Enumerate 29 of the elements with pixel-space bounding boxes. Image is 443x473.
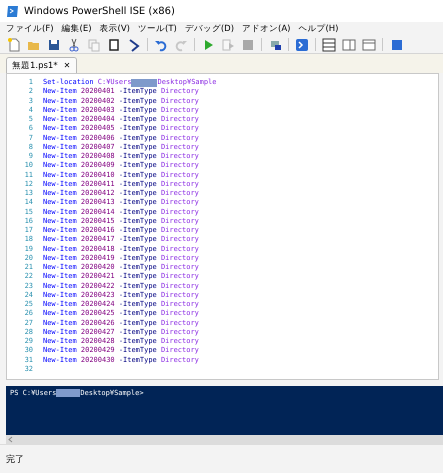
redaction-mark [56,389,80,397]
save-icon [47,38,61,52]
status-text: 完了 [6,454,24,466]
powershell-logo-icon [6,4,19,18]
layout-icon [322,38,336,52]
menu-item[interactable]: デバッグ(D) [180,23,238,35]
scissors-icon [67,38,81,52]
horizontal-scrollbar[interactable] [6,435,443,444]
redaction-mark [131,78,158,87]
scroll-left-icon[interactable] [8,436,13,443]
file-tab[interactable]: 無題1.ps1* ✕ [6,57,78,73]
chevron-icon [127,38,141,52]
run-selection-icon [221,38,235,52]
menu-item[interactable]: ファイル(F) [2,23,58,35]
menu-item[interactable]: ツール(T) [134,23,181,35]
window-title: Windows PowerShell ISE (x86) [24,6,175,16]
script-editor[interactable] [6,73,439,380]
clipboard-icon [107,38,121,52]
close-icon[interactable]: ✕ [64,61,70,70]
stop-icon [241,38,255,52]
menu-item[interactable]: ヘルプ(H) [294,23,342,35]
powershell-icon [295,38,309,52]
menu-item[interactable]: 編集(E) [58,23,96,35]
layout-icon [362,38,376,52]
layout-icon [342,38,356,52]
menu-item[interactable]: アドオン(A) [238,23,294,35]
copy-icon [87,38,101,52]
menu-item[interactable]: 表示(V) [96,23,134,35]
new-file-icon [7,38,21,52]
